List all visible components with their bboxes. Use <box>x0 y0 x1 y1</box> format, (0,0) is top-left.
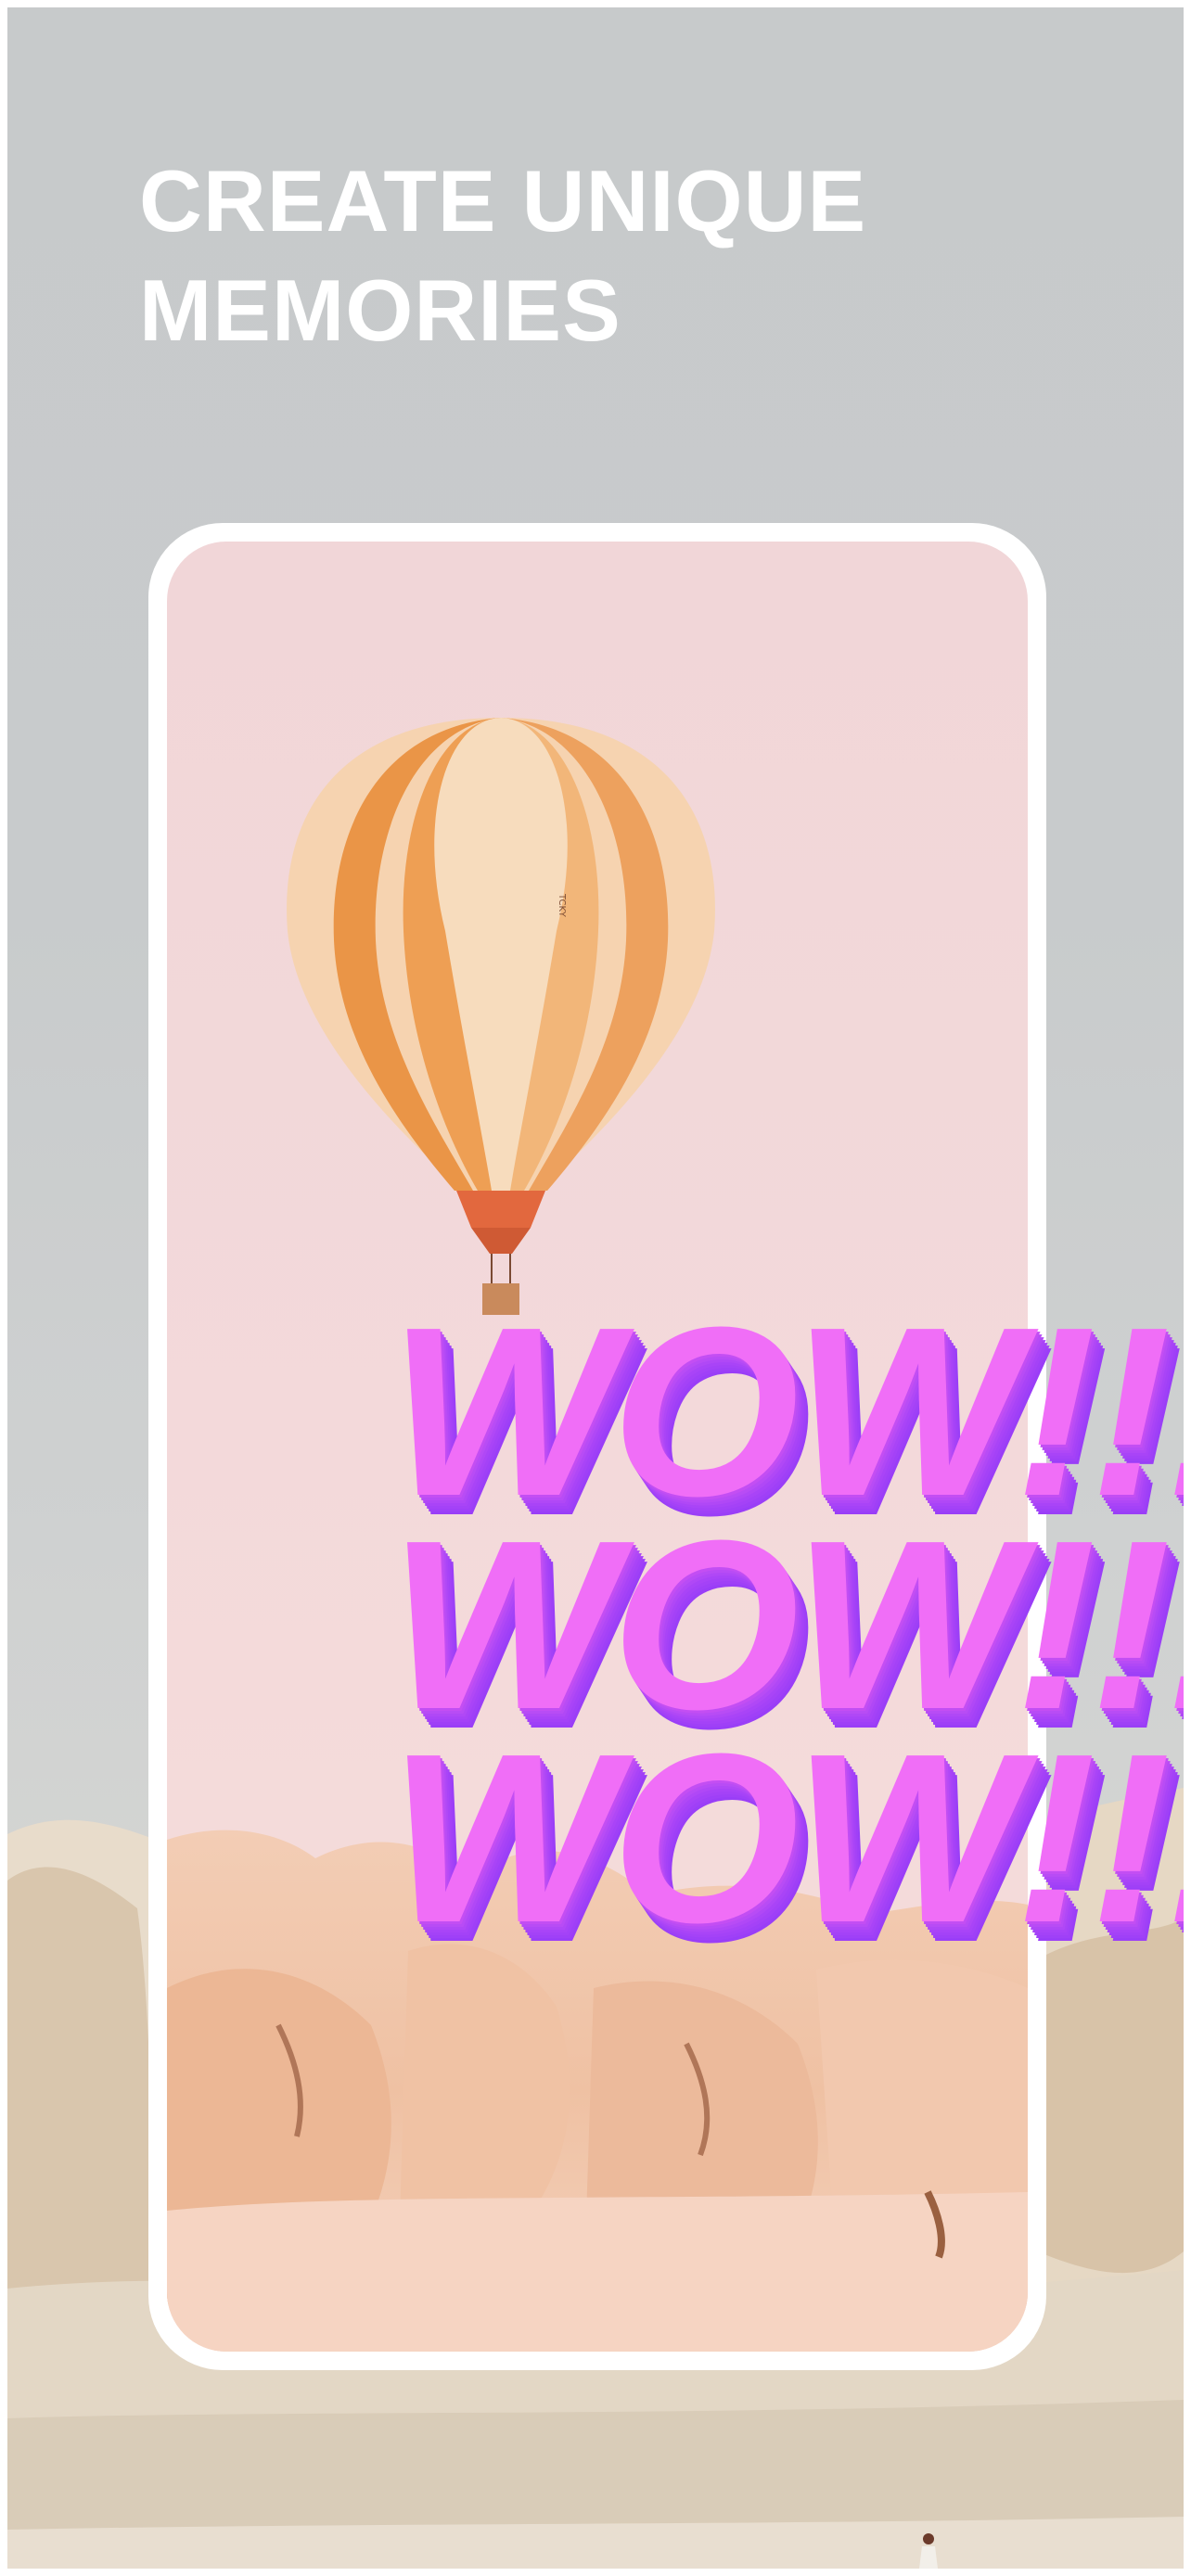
wow-line-3: WOW!!! <box>390 1704 1184 1973</box>
headline-line-2: MEMORIES <box>139 261 621 359</box>
person-figure <box>919 2533 938 2569</box>
wow-sticker-text: WOW!!! WOW!!! WOW!!! <box>390 1278 1184 1992</box>
hot-air-balloon <box>287 718 715 1315</box>
headline-line-1: CREATE UNIQUE <box>139 152 867 249</box>
wow-line-1: WOW!!! <box>390 1278 1184 1547</box>
wow-line-2: WOW!!! <box>390 1491 1184 1760</box>
app-store-screenshot: CREATE UNIQUE MEMORIES TCKY WOW!!! WOW!!… <box>7 7 1184 2569</box>
headline: CREATE UNIQUE MEMORIES <box>139 147 974 365</box>
balloon-marking: TCKY <box>557 893 567 918</box>
